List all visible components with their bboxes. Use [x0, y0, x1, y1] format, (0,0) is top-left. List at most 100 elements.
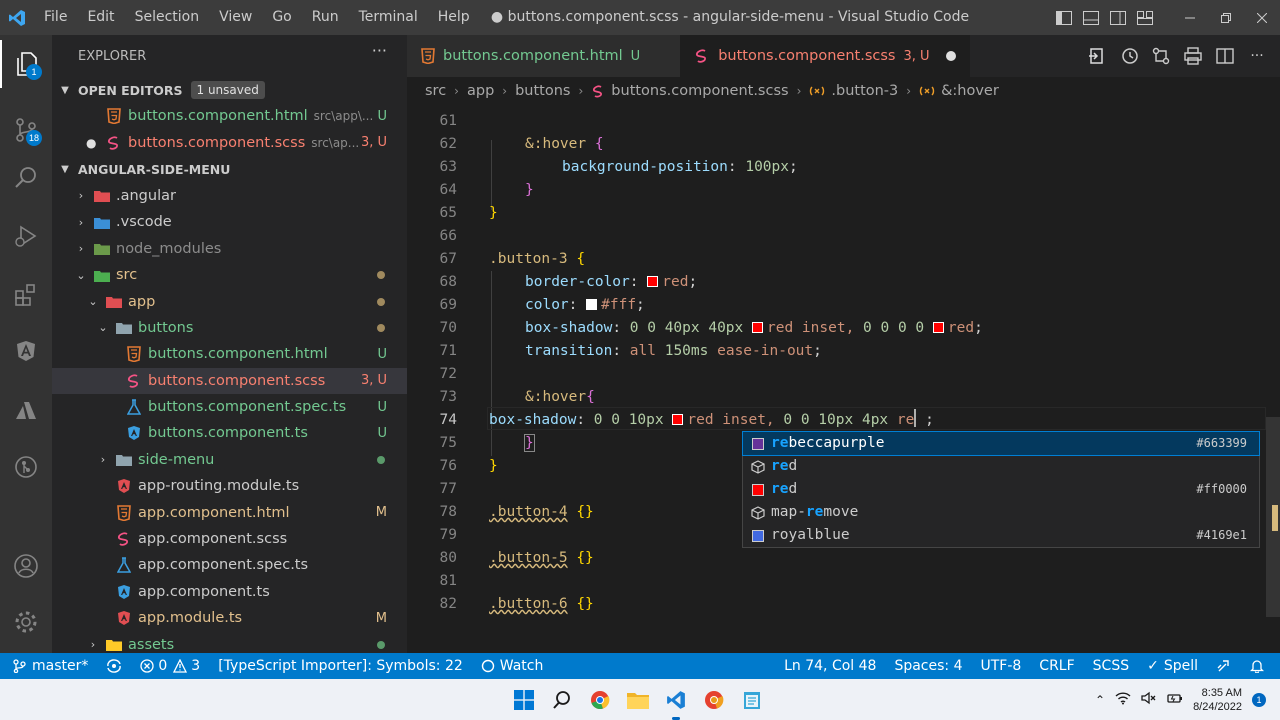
- notification-badge[interactable]: 1: [1252, 692, 1266, 707]
- file-explorer-icon[interactable]: [626, 688, 650, 712]
- more-actions-icon[interactable]: ···: [372, 41, 387, 60]
- suggestion-item[interactable]: re d: [743, 455, 1259, 478]
- restore-icon[interactable]: [1208, 0, 1244, 35]
- tree-file[interactable]: buttons.component.html U: [52, 341, 407, 367]
- speaker-muted-icon[interactable]: [1141, 691, 1157, 708]
- suggestion-item[interactable]: map-re move: [743, 501, 1259, 524]
- tree-folder[interactable]: › assets: [52, 631, 407, 653]
- more-actions-icon[interactable]: ···: [1246, 45, 1268, 67]
- notepad-icon[interactable]: [740, 688, 764, 712]
- notifications-bell-icon[interactable]: [1241, 653, 1280, 679]
- toggle-secondary-sidebar-icon[interactable]: [1104, 0, 1131, 35]
- battery-icon[interactable]: [1167, 691, 1183, 708]
- tree-file[interactable]: app.component.scss: [52, 526, 407, 552]
- project-header[interactable]: ▼ ANGULAR-SIDE-MENU: [52, 157, 407, 183]
- git-graph-icon[interactable]: [0, 443, 52, 491]
- unsaved-dot-icon[interactable]: [945, 51, 956, 61]
- search-icon[interactable]: [0, 154, 52, 202]
- close-window-icon[interactable]: [1244, 0, 1280, 35]
- chrome-icon[interactable]: [588, 688, 612, 712]
- menu-selection[interactable]: Selection: [125, 0, 210, 35]
- line-ending[interactable]: CRLF: [1030, 653, 1083, 679]
- breadcrumb-item[interactable]: &:hover: [941, 83, 999, 99]
- tree-folder[interactable]: ⌄ app: [52, 288, 407, 314]
- extensions-icon[interactable]: [0, 271, 52, 319]
- color-swatch[interactable]: [586, 299, 598, 310]
- tree-file[interactable]: buttons.component.scss 3, U: [52, 367, 407, 394]
- code-editor[interactable]: 61 62 &:hover { 63 background-position: 10…: [407, 105, 1280, 653]
- breadcrumb-item[interactable]: src: [425, 83, 446, 99]
- tree-folder[interactable]: › .vscode: [52, 209, 407, 235]
- problems-indicator[interactable]: 0 3: [131, 653, 209, 679]
- tree-folder[interactable]: ⌄ buttons: [52, 315, 407, 341]
- vscode-taskbar-icon[interactable]: [664, 688, 688, 720]
- suggestion-item[interactable]: royalblue #4169e1: [743, 524, 1259, 547]
- source-control-icon[interactable]: 18: [0, 106, 52, 154]
- tree-folder[interactable]: › side-menu: [52, 447, 407, 473]
- suggestion-item[interactable]: re d #ff0000: [743, 478, 1259, 501]
- menu-view[interactable]: View: [209, 0, 262, 35]
- menu-go[interactable]: Go: [262, 0, 301, 35]
- breadcrumb-item[interactable]: buttons.component.scss: [611, 83, 788, 99]
- cursor-position[interactable]: Ln 74, Col 48: [775, 653, 885, 679]
- tree-file[interactable]: app.component.html M: [52, 499, 407, 525]
- tab-buttons-scss[interactable]: buttons.component.scss 3, U: [680, 35, 970, 77]
- tree-file[interactable]: app.component.spec.ts: [52, 552, 407, 578]
- clock[interactable]: 8:35 AM 8/24/2022: [1193, 686, 1242, 714]
- language-mode[interactable]: SCSS: [1084, 653, 1138, 679]
- toggle-panel-icon[interactable]: [1077, 0, 1104, 35]
- sync-icon[interactable]: [97, 653, 131, 679]
- watch-button[interactable]: Watch: [472, 653, 553, 679]
- tree-file[interactable]: app.component.ts: [52, 579, 407, 605]
- menu-terminal[interactable]: Terminal: [349, 0, 428, 35]
- color-swatch[interactable]: [647, 276, 659, 287]
- customize-layout-icon[interactable]: [1131, 0, 1158, 35]
- windows-start-icon[interactable]: [512, 688, 536, 712]
- open-editor-item[interactable]: ● buttons.component.scss src\ap... 3, U: [52, 129, 407, 155]
- tree-folder[interactable]: › node_modules: [52, 236, 407, 262]
- azure-icon[interactable]: [0, 387, 52, 435]
- color-swatch[interactable]: [932, 322, 944, 333]
- breadcrumb-item[interactable]: app: [467, 83, 494, 99]
- tree-file[interactable]: buttons.component.ts U: [52, 420, 407, 446]
- explorer-icon[interactable]: 1: [0, 40, 52, 88]
- settings-gear-icon[interactable]: [0, 598, 52, 646]
- open-editors-header[interactable]: ▼ OPEN EDITORS 1 unsaved: [52, 77, 407, 103]
- accounts-icon[interactable]: [0, 542, 52, 590]
- tree-file[interactable]: app.module.ts M: [52, 605, 407, 631]
- chevron-up-icon[interactable]: ⌃: [1095, 693, 1105, 707]
- tree-file[interactable]: buttons.component.spec.ts U: [52, 394, 407, 420]
- print-icon[interactable]: [1182, 45, 1204, 67]
- tree-folder[interactable]: › .angular: [52, 183, 407, 209]
- git-branch[interactable]: master*: [0, 653, 97, 679]
- tree-file[interactable]: app-routing.module.ts: [52, 473, 407, 499]
- encoding[interactable]: UTF-8: [971, 653, 1030, 679]
- tab-buttons-html[interactable]: buttons.component.html U: [407, 35, 681, 77]
- tree-folder[interactable]: ⌄ src: [52, 262, 407, 288]
- suggestion-item[interactable]: re beccapurple #663399: [742, 431, 1260, 456]
- breadcrumb-item[interactable]: .button-3: [831, 83, 898, 99]
- minimize-icon[interactable]: [1172, 0, 1208, 35]
- compare-icon[interactable]: [1150, 45, 1172, 67]
- open-editor-item[interactable]: buttons.component.html src\app\... U: [52, 103, 407, 129]
- breadcrumb-item[interactable]: buttons: [515, 83, 570, 99]
- wifi-icon[interactable]: [1115, 691, 1131, 708]
- menu-run[interactable]: Run: [302, 0, 349, 35]
- angular-icon[interactable]: [0, 327, 52, 375]
- spell-check[interactable]: ✓ Spell: [1138, 653, 1207, 679]
- indentation[interactable]: Spaces: 4: [885, 653, 971, 679]
- typescript-importer-status[interactable]: [TypeScript Importer]: Symbols: 22: [209, 653, 472, 679]
- chrome-canary-icon[interactable]: [702, 688, 726, 712]
- feedback-icon[interactable]: [1207, 653, 1241, 679]
- taskbar-search-icon[interactable]: [550, 688, 574, 712]
- menu-file[interactable]: File: [34, 0, 77, 35]
- run-debug-icon[interactable]: [0, 212, 52, 260]
- timeline-history-icon[interactable]: [1118, 45, 1140, 67]
- color-swatch[interactable]: [672, 414, 684, 425]
- color-swatch[interactable]: [752, 322, 764, 333]
- toggle-primary-sidebar-icon[interactable]: [1050, 0, 1077, 35]
- split-editor-icon[interactable]: [1214, 45, 1236, 67]
- unsaved-dot-icon[interactable]: ●: [86, 136, 106, 150]
- open-changes-icon[interactable]: [1086, 45, 1108, 67]
- menu-edit[interactable]: Edit: [77, 0, 124, 35]
